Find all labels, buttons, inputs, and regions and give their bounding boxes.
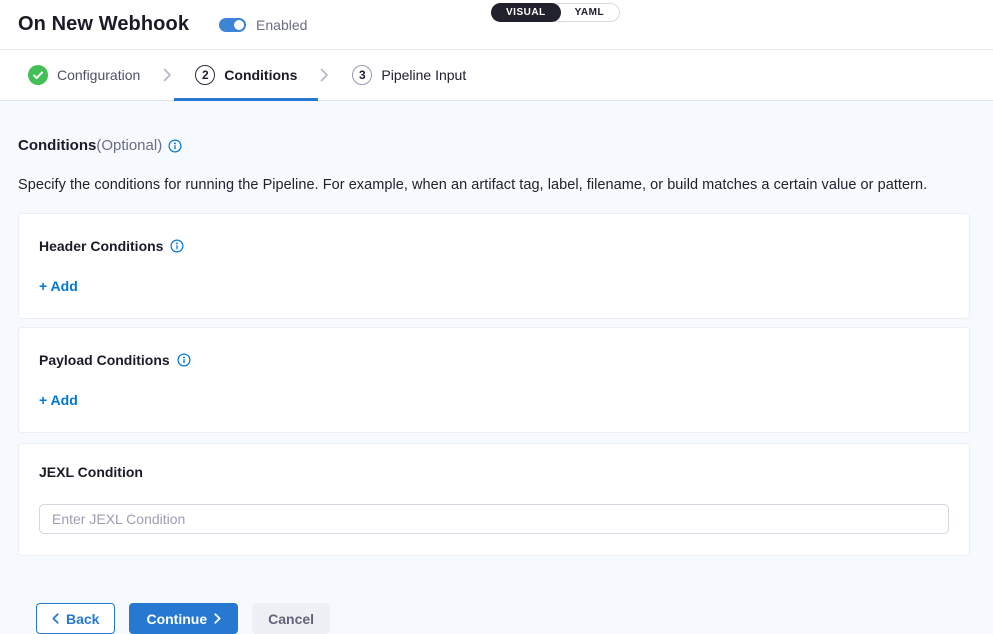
jexl-condition-input[interactable] <box>39 504 949 534</box>
conditions-panel: Conditions(Optional) Specify the conditi… <box>0 101 993 634</box>
step-conditions[interactable]: 2 Conditions <box>174 50 318 100</box>
visual-yaml-switch: VISUAL YAML <box>491 3 620 22</box>
section-title: Conditions <box>18 137 96 154</box>
step-configuration-label: Configuration <box>57 67 140 83</box>
section-title-optional: (Optional) <box>96 137 162 154</box>
enabled-toggle[interactable] <box>219 18 246 32</box>
header-conditions-title: Header Conditions <box>39 238 163 254</box>
payload-conditions-card: Payload Conditions + Add <box>18 327 970 433</box>
chevron-right-icon <box>161 50 174 100</box>
add-header-condition-button[interactable]: + Add <box>39 278 78 294</box>
info-icon[interactable] <box>170 239 184 253</box>
section-heading: Conditions(Optional) <box>18 137 970 154</box>
chevron-right-icon <box>318 50 331 100</box>
step-configuration[interactable]: Configuration <box>28 50 161 100</box>
step-pipeline-input[interactable]: 3 Pipeline Input <box>331 50 487 100</box>
top-header: On New Webhook Enabled VISUAL YAML <box>0 0 993 50</box>
info-icon[interactable] <box>177 353 191 367</box>
enabled-label: Enabled <box>256 17 307 33</box>
section-description: Specify the conditions for running the P… <box>18 177 970 193</box>
header-conditions-card: Header Conditions + Add <box>18 213 970 319</box>
check-circle-icon <box>28 65 48 85</box>
step-conditions-label: Conditions <box>224 67 297 83</box>
add-payload-condition-button[interactable]: + Add <box>39 392 78 408</box>
jexl-condition-title: JEXL Condition <box>39 464 143 480</box>
step-pipeline-input-label: Pipeline Input <box>381 67 466 83</box>
toggle-knob <box>234 20 244 30</box>
payload-conditions-title: Payload Conditions <box>39 352 170 368</box>
wizard-stepper: Configuration 2 Conditions 3 Pipeline In… <box>0 50 993 101</box>
page-title: On New Webhook <box>18 13 189 36</box>
step-3-number: 3 <box>352 65 372 85</box>
visual-tab[interactable]: VISUAL <box>491 3 561 22</box>
info-icon[interactable] <box>168 139 182 153</box>
jexl-condition-card: JEXL Condition <box>18 443 970 556</box>
step-2-number: 2 <box>195 65 215 85</box>
yaml-tab[interactable]: YAML <box>560 4 619 21</box>
